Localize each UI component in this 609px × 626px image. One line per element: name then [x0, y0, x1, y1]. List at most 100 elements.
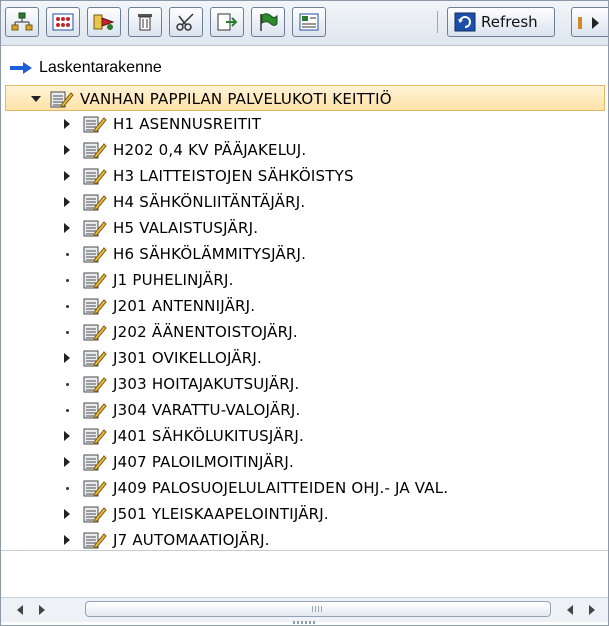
collapse-toggle[interactable]: [30, 86, 42, 112]
tree-item[interactable]: H202 0,4 KV PÄÄJAKELUJ.: [61, 137, 306, 163]
horizontal-scrollbar[interactable]: [1, 597, 608, 622]
tree-item[interactable]: J501 YLEISKAAPELOINTIJÄRJ.: [61, 501, 329, 527]
leaf-marker: [61, 371, 73, 397]
tree-item-label: J304 VARATTU-VALOJÄRJ.: [113, 401, 301, 419]
structure-node-icon: [83, 297, 107, 315]
structure-node-icon: [83, 531, 107, 549]
tree-item[interactable]: J401 SÄHKÖLUKITUSJÄRJ.: [61, 423, 304, 449]
hierarchy-button[interactable]: [5, 7, 39, 37]
insert-icon: [217, 13, 238, 31]
resize-grip[interactable]: [293, 621, 317, 624]
tree-item-label: J202 ÄÄNENTOISTOJÄRJ.: [113, 323, 298, 341]
expand-toggle[interactable]: [61, 189, 73, 215]
refresh-label: Refresh: [481, 13, 538, 31]
insert-button[interactable]: [210, 7, 244, 37]
expand-toggle[interactable]: [61, 137, 73, 163]
tree-item-label: J407 PALOILMOITINJÄRJ.: [113, 453, 294, 471]
tree-item[interactable]: J303 HOITAJAKUTSUJÄRJ.: [61, 371, 300, 397]
expand-toggle[interactable]: [61, 345, 73, 371]
structure-node-icon: [50, 90, 74, 108]
tree-item[interactable]: H6 SÄHKÖLÄMMITYSJÄRJ.: [61, 241, 306, 267]
tree-item[interactable]: J409 PALOSUOJELULAITTEIDEN OHJ.- JA VAL.: [61, 475, 448, 501]
properties-button[interactable]: [292, 7, 326, 37]
scroll-right-icon[interactable]: [39, 605, 45, 615]
expand-toggle[interactable]: [61, 215, 73, 241]
cut-button[interactable]: [169, 7, 203, 37]
transfer-icon: [93, 14, 115, 30]
scroll-left-icon[interactable]: [17, 605, 23, 615]
flag-icon: [260, 13, 278, 31]
leaf-marker: [61, 397, 73, 423]
tree-item-label: H3 LAITTEISTOJEN SÄHKÖISTYS: [113, 167, 354, 185]
structure-node-icon: [83, 245, 107, 263]
tree-item[interactable]: J301 OVIKELLOJÄRJ.: [61, 345, 262, 371]
tree-item[interactable]: J407 PALOILMOITINJÄRJ.: [61, 449, 294, 475]
structure-node-icon: [83, 401, 107, 419]
tree-item-label: J1 PUHELINJÄRJ.: [113, 271, 234, 289]
tree-item[interactable]: H1 ASENNUSREITIT: [61, 111, 261, 137]
grid-select-icon: [52, 13, 74, 31]
structure-node-icon: [83, 115, 107, 133]
structure-node-icon: [83, 453, 107, 471]
structure-title: Laskentarakenne: [39, 59, 162, 76]
properties-icon: [299, 13, 319, 31]
tree-item-label: J501 YLEISKAAPELOINTIJÄRJ.: [113, 505, 329, 523]
structure-node-icon: [83, 427, 107, 445]
expand-toggle[interactable]: [61, 423, 73, 449]
expand-toggle[interactable]: [61, 449, 73, 475]
tree-item[interactable]: J1 PUHELINJÄRJ.: [61, 267, 234, 293]
structure-node-icon: [83, 479, 107, 497]
toolbar: Refresh: [1, 1, 608, 46]
leaf-marker: [61, 319, 73, 345]
refresh-icon: [454, 12, 476, 32]
leaf-marker: [61, 475, 73, 501]
tree-item-label: J401 SÄHKÖLUKITUSJÄRJ.: [113, 427, 304, 445]
grid-select-button[interactable]: [46, 7, 80, 37]
expand-toggle[interactable]: [61, 111, 73, 137]
trash-icon: [138, 14, 152, 31]
tree-item-label: H1 ASENNUSREITIT: [113, 115, 262, 133]
tree-item-label: H5 VALAISTUSJÄRJ.: [113, 219, 259, 237]
leaf-marker: [61, 241, 73, 267]
tree-item[interactable]: H3 LAITTEISTOJEN SÄHKÖISTYS: [61, 163, 354, 189]
panel-divider: [1, 550, 608, 551]
tree-item-label: H4 SÄHKÖNLIITÄNTÄJÄRJ.: [113, 193, 306, 211]
arrow-right-icon: [10, 62, 32, 74]
tree-item-label: J303 HOITAJAKUTSUJÄRJ.: [113, 375, 300, 393]
transfer-button[interactable]: [87, 7, 121, 37]
tree-item-label: J301 OVIKELLOJÄRJ.: [113, 349, 262, 367]
structure-node-icon: [83, 219, 107, 237]
leaf-marker: [61, 293, 73, 319]
tree-item[interactable]: J201 ANTENNIJÄRJ.: [61, 293, 255, 319]
tree-item-label: J409 PALOSUOJELULAITTEIDEN OHJ.- JA VAL.: [113, 479, 449, 497]
toolbar-separator: [437, 11, 438, 33]
tree-root-label: VANHAN PAPPILAN PALVELUKOTI KEITTIÖ: [80, 90, 392, 108]
tree-item[interactable]: H4 SÄHKÖNLIITÄNTÄJÄRJ.: [61, 189, 305, 215]
structure-panel: Refresh Laskentarakenne VANHAN PAPPILAN …: [0, 0, 609, 626]
tree-item[interactable]: J304 VARATTU-VALOJÄRJ.: [61, 397, 301, 423]
structure-node-icon: [83, 271, 107, 289]
tree-item-label: J201 ANTENNIJÄRJ.: [113, 297, 256, 315]
tree-item[interactable]: H5 VALAISTUSJÄRJ.: [61, 215, 258, 241]
scroll-left-icon[interactable]: [567, 605, 573, 615]
tree-item-label: H6 SÄHKÖLÄMMITYSJÄRJ.: [113, 245, 307, 263]
structure-node-icon: [83, 141, 107, 159]
chevron-right-icon: [592, 17, 599, 29]
scroll-right-icon[interactable]: [589, 605, 595, 615]
leaf-marker: [61, 267, 73, 293]
flag-button[interactable]: [251, 7, 285, 37]
tree-item-label: J7 AUTOMAATIOJÄRJ.: [113, 531, 270, 549]
refresh-button[interactable]: Refresh: [447, 7, 555, 37]
hierarchy-icon: [11, 12, 33, 31]
scrollbar-thumb[interactable]: [85, 601, 551, 617]
tree-root-row[interactable]: VANHAN PAPPILAN PALVELUKOTI KEITTIÖ: [5, 85, 605, 111]
expand-toggle[interactable]: [61, 163, 73, 189]
structure-header: Laskentarakenne: [1, 55, 608, 81]
structure-node-icon: [83, 167, 107, 185]
tree-item[interactable]: J202 ÄÄNENTOISTOJÄRJ.: [61, 319, 298, 345]
delete-button[interactable]: [128, 7, 162, 37]
structure-node-icon: [83, 505, 107, 523]
structure-node-icon: [83, 375, 107, 393]
expand-toggle[interactable]: [61, 501, 73, 527]
toolbar-overflow-button[interactable]: [571, 7, 608, 37]
